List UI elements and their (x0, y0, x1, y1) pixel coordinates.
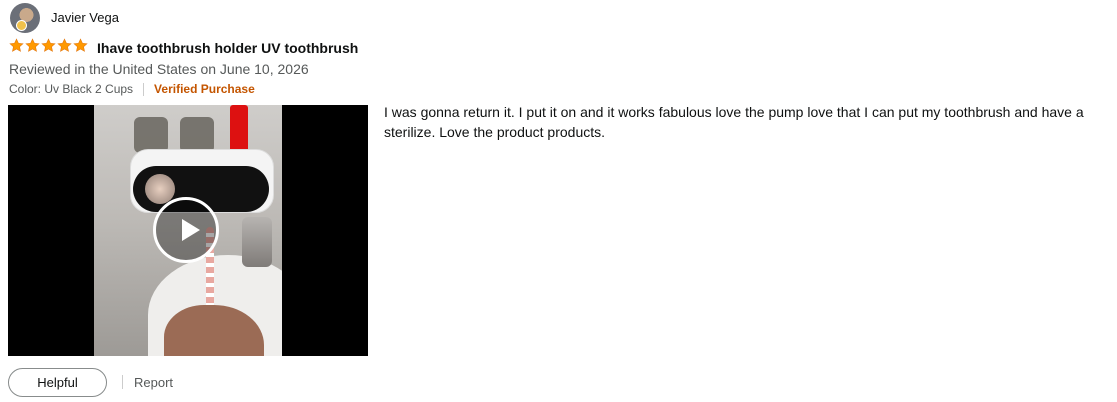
star-icon (25, 38, 40, 52)
verified-purchase-badge: Verified Purchase (154, 82, 255, 96)
review-body: I was gonna return it. I put it on and i… (384, 104, 1084, 140)
play-icon[interactable] (153, 197, 219, 263)
reviewer-avatar[interactable] (10, 3, 40, 33)
report-link[interactable]: Report (134, 375, 173, 390)
star-icon (57, 38, 72, 52)
review-meta: Color: Uv Black 2 Cups Verified Purchase (9, 82, 255, 96)
avatar-badge-icon (16, 20, 27, 31)
star-rating[interactable] (9, 38, 88, 53)
action-divider (122, 375, 123, 389)
star-icon (9, 38, 24, 52)
reviewer-name[interactable]: Javier Vega (51, 10, 119, 25)
soap-dispenser-shape (242, 217, 272, 267)
star-icon (41, 38, 56, 52)
helpful-button[interactable]: Helpful (8, 368, 107, 397)
review-title[interactable]: Ihave toothbrush holder UV toothbrush (97, 40, 358, 56)
variant-label: Color: Uv Black 2 Cups (9, 82, 134, 96)
review-video[interactable] (8, 105, 368, 356)
cup-shape (180, 117, 214, 153)
meta-divider (143, 82, 145, 96)
review-date: Reviewed in the United States on June 10… (9, 61, 309, 77)
star-icon (73, 38, 88, 52)
cup-shape (134, 117, 168, 153)
